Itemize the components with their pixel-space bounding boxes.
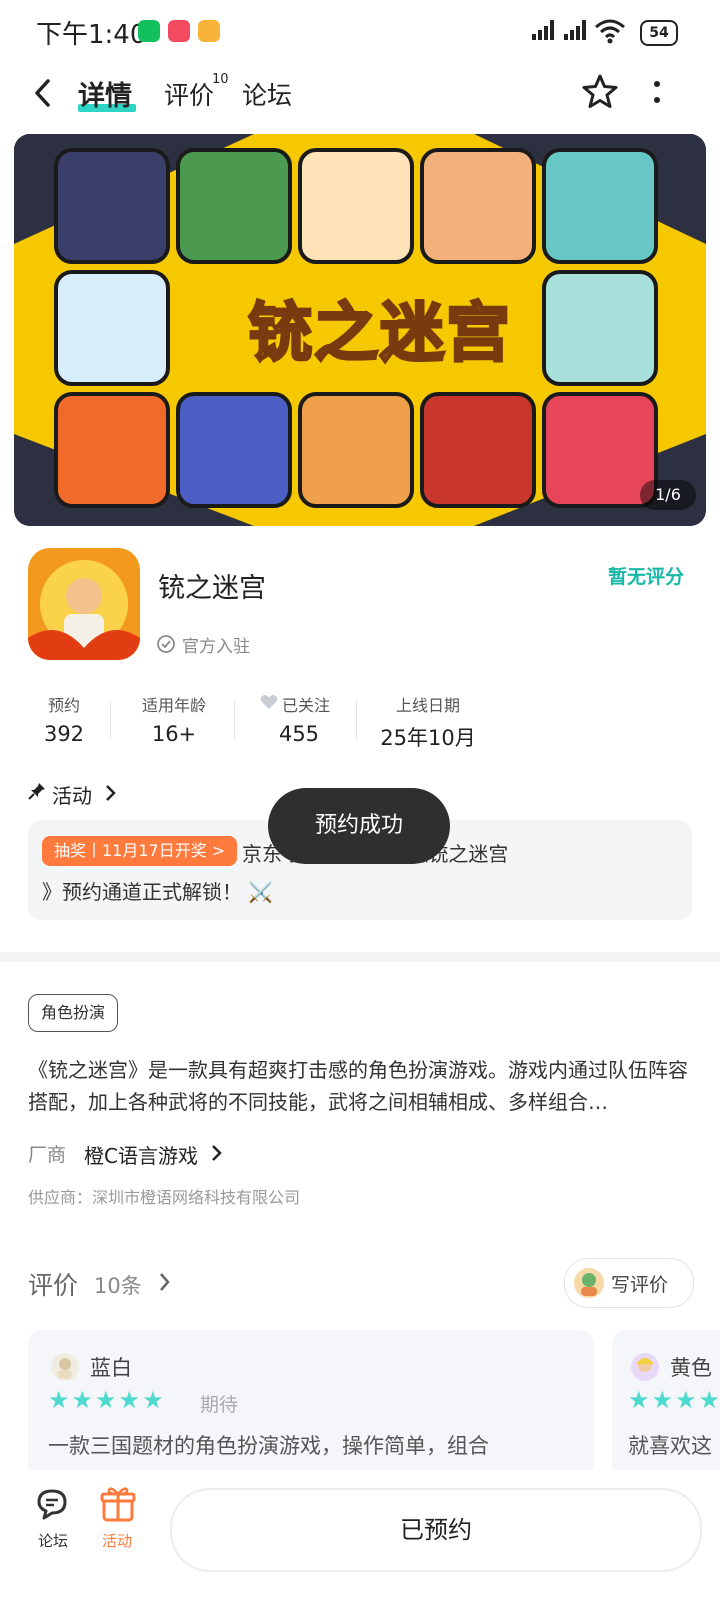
hero-tile [298,392,414,508]
stat-age-value: 16+ [151,722,197,746]
hero-tile [420,392,536,508]
game-description[interactable]: 《铳之迷宫》是一款具有超爽打击感的角色扮演游戏。游戏内通过队伍阵容搭配，加上各种… [28,1054,692,1118]
verified-check-icon [157,635,175,653]
review-count-badge: 10 [212,72,229,87]
stat-launch-label: 上线日期 [395,696,460,715]
hero-tile [176,392,292,508]
game-banner[interactable]: 铳之迷宫 [14,134,706,526]
hero-tile [298,148,414,264]
hero-tile [542,270,658,386]
status-time: 下午1:40 [36,20,147,50]
genre-tag[interactable]: 角色扮演 [28,994,119,1032]
activity-text-line2: 》预约通道正式解锁！ ⚔️ [42,880,274,904]
hero-tile [54,270,170,386]
review-text: 就喜欢这 [628,1434,712,1458]
stat-followers-label: 已关注 [282,696,331,715]
reviewer-name: 黄色 [670,1356,712,1380]
stat-divider [356,700,357,740]
reviewer-name: 蓝白 [90,1356,132,1380]
reviewer-avatar-icon [51,1353,79,1381]
star-icon: ★ [95,1386,117,1414]
hero-tile [420,148,536,264]
section-divider [0,952,720,962]
activity-section-title[interactable]: 活动 [52,780,92,809]
star-icon: ★ [71,1386,94,1414]
favorite-star-icon[interactable] [580,72,620,112]
banner-page-indicator: 1/6 [640,480,696,510]
vendor-name[interactable]: 橙C语言游戏 [84,1140,198,1169]
signal-icon [532,20,556,42]
write-review-button[interactable]: 写评价 [564,1258,694,1308]
write-review-label: 写评价 [611,1274,669,1296]
back-arrow-icon[interactable] [32,78,54,108]
review-tag: 期待 [200,1394,239,1416]
tab-details[interactable]: 详情 [78,74,132,113]
stat-divider [110,700,111,740]
app-icon [28,548,140,660]
reserved-button[interactable]: 已预约 [170,1488,702,1572]
forum-chat-icon[interactable] [36,1488,72,1522]
stat-reservations-value: 392 [43,722,85,746]
chevron-right-icon[interactable] [158,1272,170,1292]
wechat-notification-icon [138,20,160,42]
star-icon: ★ [698,1386,720,1414]
activity-nav-label[interactable]: 活动 [102,1530,132,1551]
hero-tile [176,148,292,264]
official-label: 官方入驻 [182,637,250,657]
tab-forum[interactable]: 论坛 [242,76,292,112]
hero-tile [54,392,170,508]
vendor-label: 厂商 [28,1144,67,1166]
hero-tile [542,148,658,264]
heart-icon [260,695,278,709]
signal-2-icon [564,20,588,42]
stat-age-label: 适用年龄 [141,696,206,715]
gift-icon[interactable] [100,1484,136,1522]
battery-indicator: 54 [640,20,678,46]
star-icon: ★ [628,1386,650,1414]
banner-game-logo: 铳之迷宫 [247,296,512,373]
chevron-right-icon[interactable] [104,784,116,802]
star-icon: ★ [142,1386,164,1414]
star-icon: ★ [651,1386,674,1414]
stat-divider [234,700,235,740]
review-card[interactable]: 蓝白 ★★★★★ 期待 一款三国题材的角色扮演游戏，操作简单，组合 [28,1330,594,1480]
reviews-title[interactable]: 评价 [28,1266,78,1302]
user-avatar-icon [574,1268,604,1298]
app-name: 铳之迷宫 [158,573,266,604]
rating-status: 暂无评分 [608,566,685,588]
app-notification-icon [168,20,190,42]
star-icon: ★ [48,1386,70,1414]
more-options-icon[interactable] [650,78,664,108]
star-icon: ★ [118,1386,141,1414]
chat-notification-icon [198,20,220,42]
stat-launch-value: 25年10月 [380,726,476,750]
pin-icon [28,783,45,800]
reviews-count[interactable]: 10条 [94,1270,142,1300]
supplier-info: 供应商：深圳市橙语网络科技有限公司 [28,1188,301,1207]
review-stars: ★★★★★ [48,1386,166,1414]
review-card[interactable]: 黄色 ★★★★★ 就喜欢这 [612,1330,720,1480]
activity-lottery-tag: 抽奖丨11月17日开奖 > [42,836,238,866]
forum-label[interactable]: 论坛 [38,1530,68,1551]
review-text: 一款三国题材的角色扮演游戏，操作简单，组合 [48,1434,489,1458]
tab-reviews[interactable]: 评价 [164,76,214,112]
stat-followers-value: 455 [278,722,320,746]
chevron-right-icon[interactable] [210,1144,222,1162]
hero-tile [54,148,170,264]
review-stars: ★★★★★ [628,1386,720,1414]
stat-reservations-label: 预约 [47,696,80,715]
star-icon: ★ [675,1386,697,1414]
wifi-icon [595,19,625,44]
reviewer-avatar-icon [631,1353,659,1381]
toast-message: 预约成功 [268,788,450,864]
